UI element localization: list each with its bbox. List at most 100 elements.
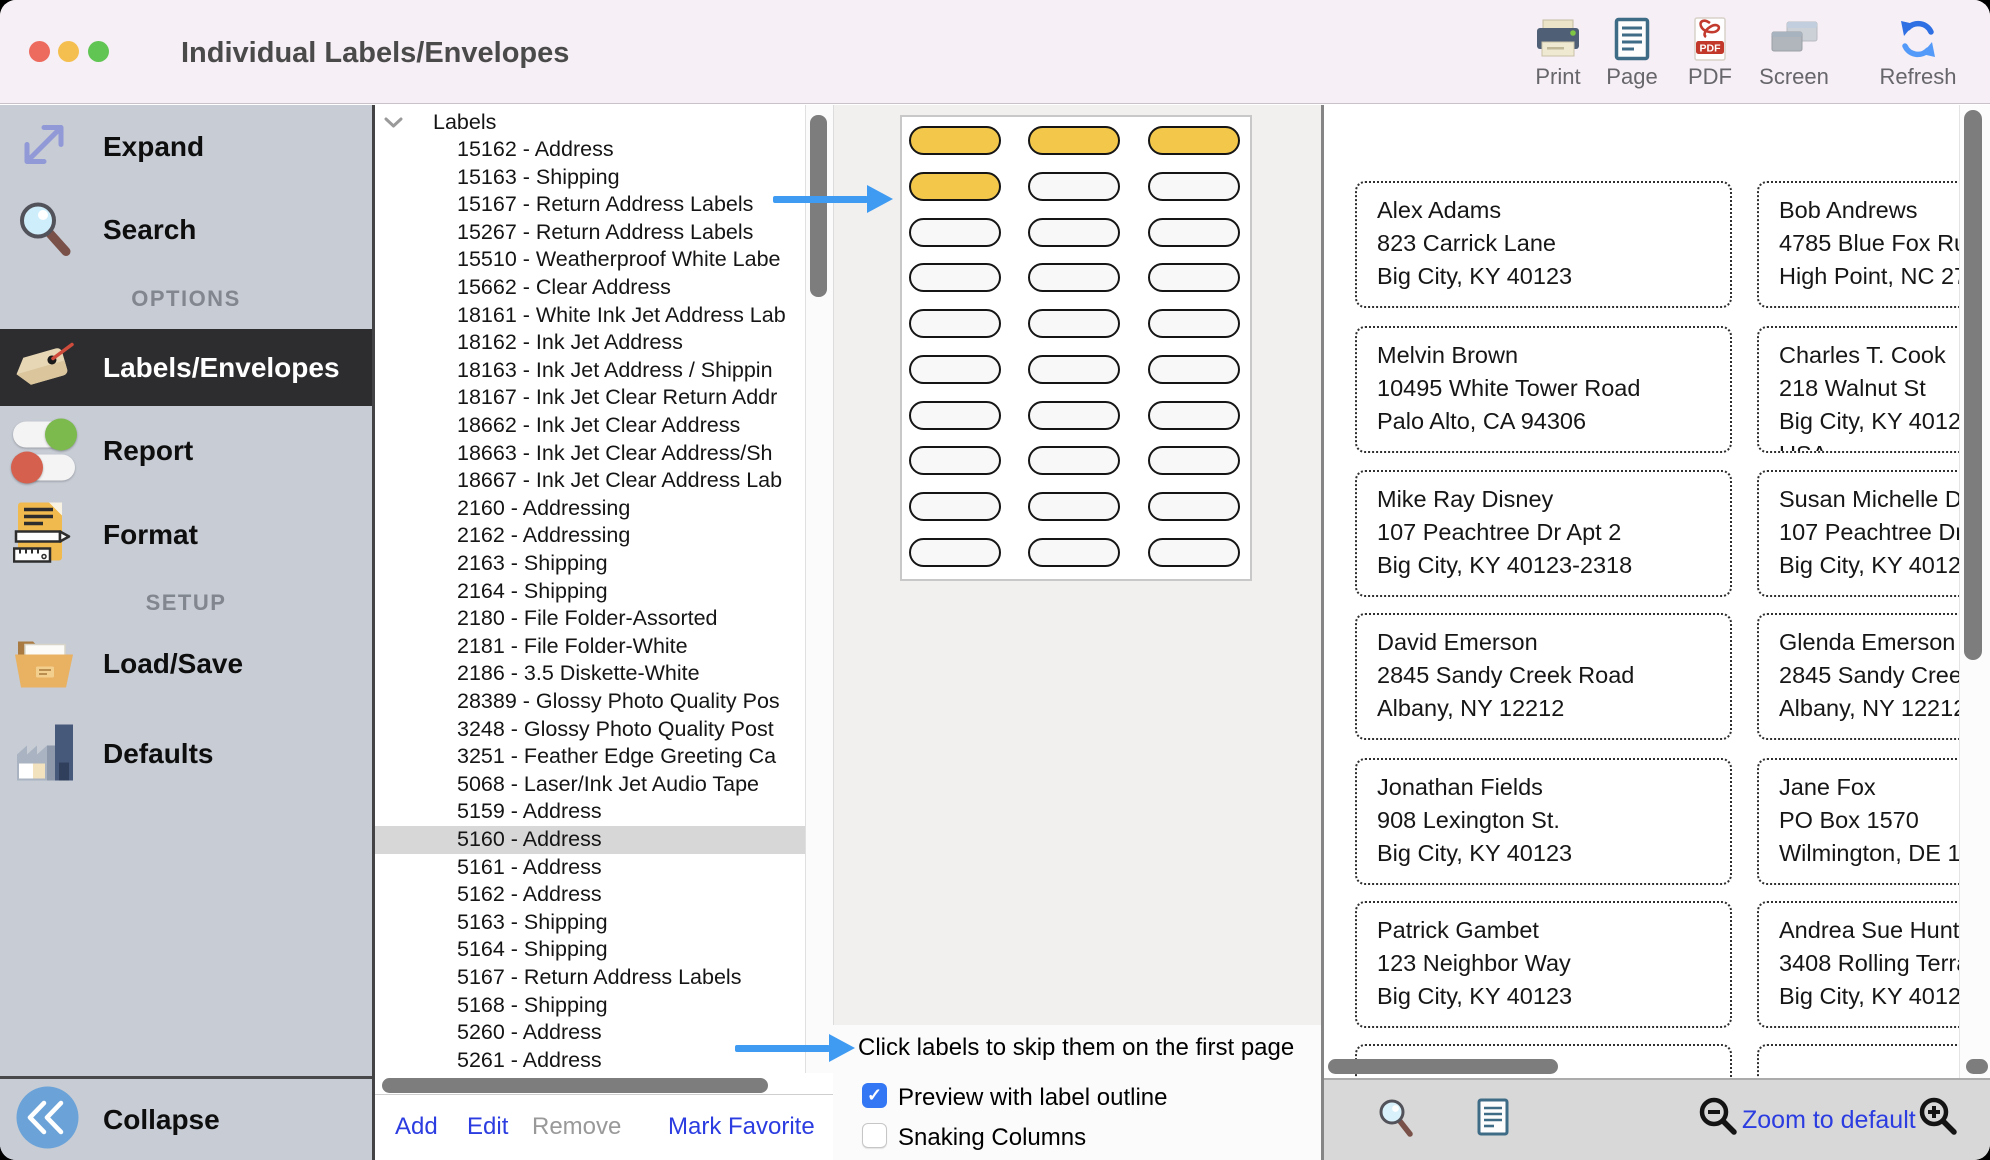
address-label-box: Jane FoxPO Box 1570Wilmington, DE 19850 bbox=[1757, 758, 1990, 885]
tree-item[interactable]: 5160 - Address bbox=[375, 826, 805, 854]
label-cell[interactable] bbox=[1148, 446, 1240, 475]
recipient-name: Melvin Brown bbox=[1377, 339, 1720, 372]
tree-item[interactable]: 2160 - Addressing bbox=[375, 495, 805, 523]
label-cell[interactable] bbox=[1028, 309, 1120, 338]
address-line: 10495 White Tower Road bbox=[1377, 372, 1720, 405]
label-cell[interactable] bbox=[1148, 309, 1240, 338]
sidebar-item-expand[interactable]: Expand bbox=[0, 111, 372, 183]
magnifier-icon[interactable] bbox=[1375, 1096, 1415, 1143]
sidebar-item-labels-envelopes[interactable]: Labels/Envelopes bbox=[0, 329, 372, 406]
sidebar-item-defaults[interactable]: Defaults bbox=[0, 718, 372, 790]
remove-button[interactable]: Remove bbox=[532, 1113, 621, 1141]
minimize-window-button[interactable] bbox=[58, 41, 79, 62]
sidebar-item-load-save[interactable]: Load/Save bbox=[0, 628, 372, 700]
label-cell[interactable] bbox=[1028, 172, 1120, 201]
zoom-to-default-button[interactable]: Zoom to default bbox=[1742, 1106, 1916, 1135]
sidebar-item-search[interactable]: Search bbox=[0, 194, 372, 266]
sidebar-item-collapse[interactable]: Collapse bbox=[0, 1076, 372, 1160]
label-cell[interactable] bbox=[909, 263, 1001, 292]
tree-item[interactable]: 2163 - Shipping bbox=[375, 550, 805, 578]
screen-button[interactable]: Screen bbox=[1746, 16, 1842, 90]
label-cell[interactable] bbox=[1028, 446, 1120, 475]
zoom-window-button[interactable] bbox=[88, 41, 109, 62]
label-cell[interactable] bbox=[909, 218, 1001, 247]
close-window-button[interactable] bbox=[29, 41, 50, 62]
edit-button[interactable]: Edit bbox=[467, 1113, 508, 1141]
label-cell[interactable] bbox=[1148, 355, 1240, 384]
tree-item[interactable]: 5068 - Laser/Ink Jet Audio Tape bbox=[375, 771, 805, 799]
tree-item[interactable]: 18667 - Ink Jet Clear Address Lab bbox=[375, 467, 805, 495]
preview-outline-checkbox[interactable]: ✓ bbox=[862, 1083, 887, 1108]
tree-item[interactable]: 2180 - File Folder-Assorted bbox=[375, 605, 805, 633]
tree-item[interactable]: 15510 - Weatherproof White Labe bbox=[375, 246, 805, 274]
tree-item[interactable]: 2181 - File Folder-White bbox=[375, 633, 805, 661]
label-cell[interactable] bbox=[909, 538, 1001, 567]
label-cell[interactable] bbox=[909, 492, 1001, 521]
label-cell[interactable] bbox=[1148, 401, 1240, 430]
preview-scrollbar-corner[interactable] bbox=[1966, 1059, 1988, 1074]
tree-root-row[interactable]: Labels bbox=[375, 109, 805, 136]
tree-item[interactable]: 5168 - Shipping bbox=[375, 992, 805, 1020]
list-horizontal-scrollbar-thumb[interactable] bbox=[382, 1078, 768, 1093]
tree-item[interactable]: 5162 - Address bbox=[375, 881, 805, 909]
label-cell[interactable] bbox=[1028, 218, 1120, 247]
label-cell[interactable] bbox=[1028, 263, 1120, 292]
tree-item[interactable]: 15163 - Shipping bbox=[375, 164, 805, 192]
pdf-label: PDF bbox=[1662, 64, 1758, 90]
preview-horizontal-scrollbar-thumb[interactable] bbox=[1328, 1059, 1558, 1074]
tree-item[interactable]: 15267 - Return Address Labels bbox=[375, 219, 805, 247]
tree-item[interactable]: 5163 - Shipping bbox=[375, 909, 805, 937]
label-cell[interactable] bbox=[1028, 492, 1120, 521]
mark-favorite-button[interactable]: Mark Favorite bbox=[668, 1113, 815, 1141]
label-cell[interactable] bbox=[1028, 401, 1120, 430]
report-doc-icon[interactable] bbox=[1477, 1098, 1509, 1141]
snaking-columns-checkbox[interactable] bbox=[862, 1123, 887, 1148]
address-label-box: Patrick Gambet123 Neighbor WayBig City, … bbox=[1355, 901, 1732, 1028]
tree-item[interactable]: 5159 - Address bbox=[375, 798, 805, 826]
tree-item[interactable]: 3248 - Glossy Photo Quality Post bbox=[375, 716, 805, 744]
tree-item[interactable]: 18162 - Ink Jet Address bbox=[375, 329, 805, 357]
tree-item[interactable]: 2164 - Shipping bbox=[375, 578, 805, 606]
label-cell[interactable] bbox=[909, 401, 1001, 430]
label-type-list: Labels 15162 - Address15163 - Shipping15… bbox=[375, 105, 805, 1073]
tree-item[interactable]: 3251 - Feather Edge Greeting Ca bbox=[375, 743, 805, 771]
tree-item[interactable]: 18161 - White Ink Jet Address Lab bbox=[375, 302, 805, 330]
tree-item[interactable]: 2162 - Addressing bbox=[375, 522, 805, 550]
skipped-label-cell[interactable] bbox=[1028, 126, 1120, 155]
label-cell[interactable] bbox=[1028, 538, 1120, 567]
label-cell[interactable] bbox=[1148, 263, 1240, 292]
label-cell[interactable] bbox=[1028, 355, 1120, 384]
tree-item[interactable]: 5161 - Address bbox=[375, 854, 805, 882]
label-cell[interactable] bbox=[909, 355, 1001, 384]
label-cell[interactable] bbox=[1148, 492, 1240, 521]
skipped-label-cell[interactable] bbox=[909, 126, 1001, 155]
zoom-out-icon[interactable] bbox=[1698, 1096, 1738, 1141]
tree-item[interactable]: 18163 - Ink Jet Address / Shippin bbox=[375, 357, 805, 385]
sidebar-item-format[interactable]: Format bbox=[0, 499, 372, 571]
label-cell[interactable] bbox=[1148, 538, 1240, 567]
tree-item[interactable]: 15167 - Return Address Labels bbox=[375, 191, 805, 219]
tree-item[interactable]: 15162 - Address bbox=[375, 136, 805, 164]
tree-item[interactable]: 18167 - Ink Jet Clear Return Addr bbox=[375, 384, 805, 412]
tree-item[interactable]: 18663 - Ink Jet Clear Address/Sh bbox=[375, 440, 805, 468]
refresh-button[interactable]: Refresh bbox=[1870, 16, 1966, 90]
tree-item[interactable]: 2186 - 3.5 Diskette-White bbox=[375, 660, 805, 688]
label-cell[interactable] bbox=[1148, 218, 1240, 247]
zoom-in-icon[interactable] bbox=[1918, 1096, 1958, 1141]
address-line: Big City, KY 40123 bbox=[1377, 260, 1720, 293]
pdf-button[interactable]: PDF PDF bbox=[1662, 16, 1758, 90]
chevron-down-icon[interactable] bbox=[384, 116, 403, 134]
label-cell[interactable] bbox=[1148, 172, 1240, 201]
preview-vertical-scrollbar-thumb[interactable] bbox=[1964, 110, 1982, 660]
tree-item[interactable]: 15662 - Clear Address bbox=[375, 274, 805, 302]
skipped-label-cell[interactable] bbox=[909, 172, 1001, 201]
add-button[interactable]: Add bbox=[395, 1113, 438, 1141]
label-cell[interactable] bbox=[909, 309, 1001, 338]
sidebar-item-report[interactable]: Report bbox=[0, 415, 372, 487]
skipped-label-cell[interactable] bbox=[1148, 126, 1240, 155]
tree-item[interactable]: 5167 - Return Address Labels bbox=[375, 964, 805, 992]
tree-item[interactable]: 28389 - Glossy Photo Quality Pos bbox=[375, 688, 805, 716]
tree-item[interactable]: 18662 - Ink Jet Clear Address bbox=[375, 412, 805, 440]
tree-item[interactable]: 5164 - Shipping bbox=[375, 936, 805, 964]
label-cell[interactable] bbox=[909, 446, 1001, 475]
